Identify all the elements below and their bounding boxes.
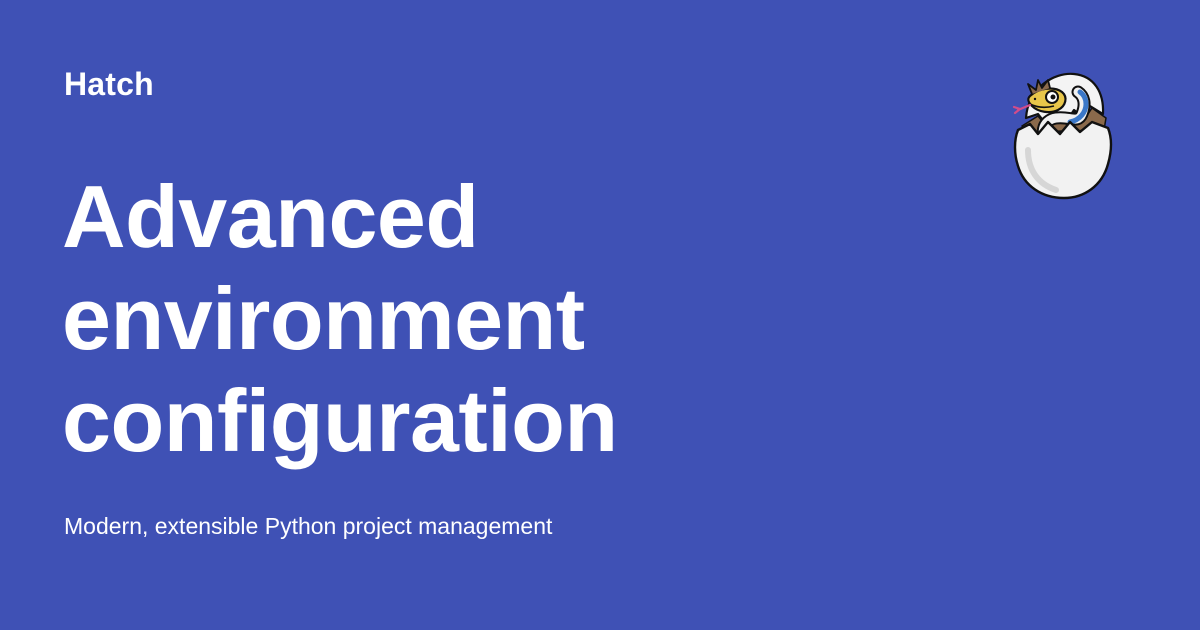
social-card: Hatch Advanced environment configuration… bbox=[0, 0, 1200, 630]
page-title-line-1: Advanced bbox=[62, 167, 479, 266]
page-title: Advanced environment configuration bbox=[62, 166, 822, 472]
hatching-snake-egg-icon bbox=[1012, 72, 1113, 200]
page-title-line-3: configuration bbox=[62, 371, 618, 470]
site-name: Hatch bbox=[64, 66, 154, 102]
page-title-line-2: environment bbox=[62, 269, 585, 368]
site-description: Modern, extensible Python project manage… bbox=[64, 513, 553, 539]
